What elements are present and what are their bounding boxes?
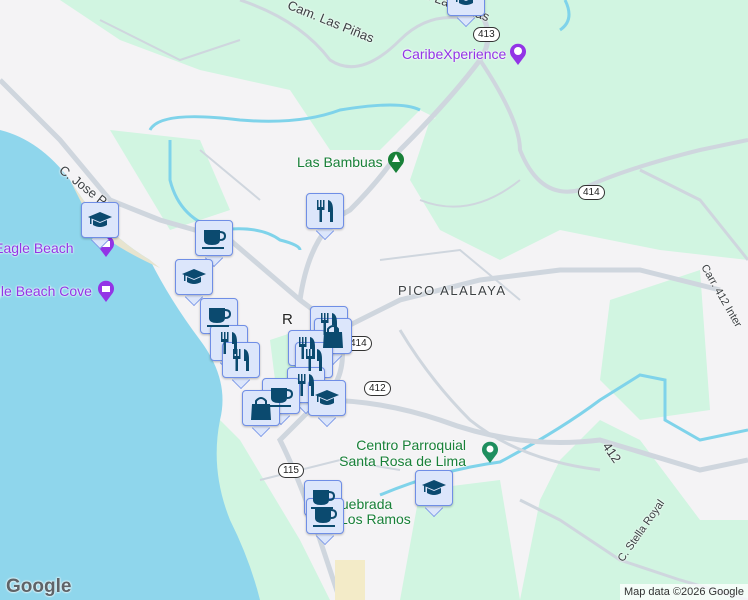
school-marker[interactable] [415,470,453,518]
school-icon [454,0,478,5]
route-shield: 414 [578,185,605,200]
poi-black-eagle-beach[interactable]: Black Eagle Beach [0,240,74,256]
place-label: Los Ramos [340,511,411,527]
urban-area [335,560,365,600]
shop-marker[interactable] [242,390,280,438]
cafe-marker[interactable] [195,220,233,268]
park-tree-pin-icon[interactable] [387,151,405,173]
school-marker[interactable] [81,202,119,250]
school-icon [88,212,112,227]
school-icon [182,269,206,284]
camera-pin-icon[interactable] [97,280,115,302]
school-marker[interactable] [308,380,346,428]
route-shield: 115 [278,463,304,478]
poi-eagle-beach-cove[interactable]: Eagle Beach Cove [0,283,92,299]
town-label: R [282,311,293,328]
coffee-icon [312,507,337,528]
coffee-icon [201,229,226,250]
restaurant-marker[interactable] [306,193,344,241]
fork-knife-icon [306,349,322,371]
school-marker[interactable] [447,0,485,28]
school-icon [315,390,339,405]
poi-caribexperience[interactable]: CaribeXperience [402,46,506,62]
route-shield: 412 [364,381,391,396]
poi-centro-parroquial[interactable]: Centro Parroquial Santa Rosa de Lima [339,437,466,469]
place-pin-icon[interactable] [481,441,499,463]
restaurant-marker[interactable] [222,342,260,390]
district-label: PICO ALALAYA [398,283,507,298]
coffee-icon [206,307,231,328]
school-icon [422,480,446,495]
school-marker[interactable] [175,259,213,307]
map-attribution[interactable]: Map data ©2026 Google [619,584,748,600]
google-logo: Google [6,576,72,597]
poi-name-line: Centro Parroquial [356,437,466,453]
route-shield: 413 [473,27,500,42]
fork-knife-icon [233,349,249,371]
map-canvas[interactable]: Cam. Las Piñas Cam. Las Piñas C. Jose P … [0,0,748,600]
poi-name-line: Santa Rosa de Lima [339,453,466,469]
poi-las-bambuas[interactable]: Las Bambuas [297,154,383,170]
cafe-marker[interactable] [306,498,344,546]
shopping-bag-icon [250,397,272,421]
fork-knife-icon [317,200,333,222]
attraction-pin-icon[interactable] [509,43,527,65]
